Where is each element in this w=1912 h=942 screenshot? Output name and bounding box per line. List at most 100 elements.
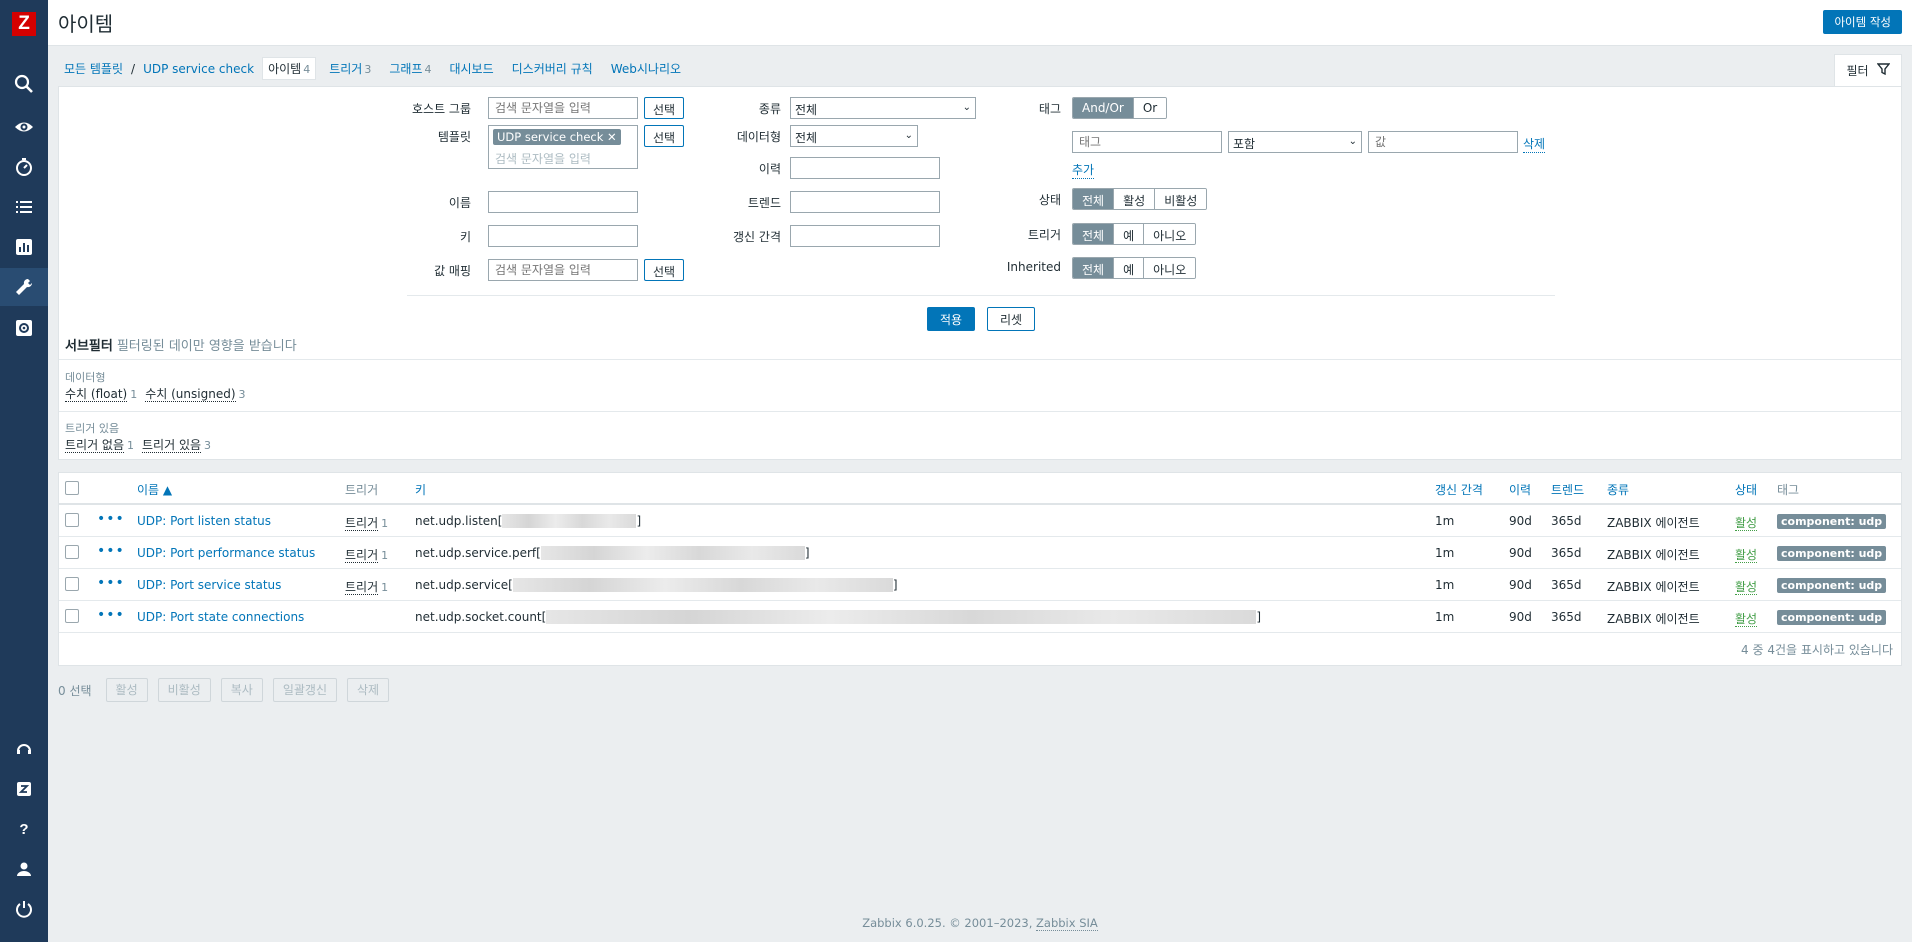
template-select-button[interactable]: 선택 <box>644 125 685 147</box>
reports-chart-icon[interactable] <box>0 228 48 266</box>
row-menu-icon[interactable]: ••• <box>97 543 125 559</box>
subfilter-item[interactable]: 수치 (float) 1 <box>65 385 137 402</box>
row-checkbox[interactable] <box>65 577 79 591</box>
triggers-no-option[interactable]: 아니오 <box>1143 224 1196 244</box>
copy-button[interactable]: 복사 <box>220 678 263 702</box>
breadcrumb-template[interactable]: UDP service check <box>143 62 254 76</box>
host-group-input[interactable] <box>488 97 638 119</box>
footer-text: Zabbix 6.0.25. © 2001–2023, <box>862 916 1033 930</box>
name-input[interactable] <box>488 191 638 213</box>
item-name-link[interactable]: UDP: Port performance status <box>137 546 315 560</box>
tag-name-input[interactable] <box>1072 131 1222 153</box>
item-status-link[interactable]: 활성 <box>1735 516 1758 531</box>
tab-graphs[interactable]: 그래프 4 <box>384 58 436 79</box>
reset-button[interactable]: 리셋 <box>987 307 1035 331</box>
tab-discovery-rules[interactable]: 디스커버리 규칙 <box>507 58 598 79</box>
apply-button[interactable]: 적용 <box>927 307 975 331</box>
inherited-all-option[interactable]: 전체 <box>1073 258 1114 278</box>
item-status-link[interactable]: 활성 <box>1735 612 1758 627</box>
integrations-z-icon[interactable] <box>0 770 48 808</box>
signout-power-icon[interactable] <box>0 890 48 928</box>
footer-zabbix-link[interactable]: Zabbix SIA <box>1036 916 1098 931</box>
filter-tab[interactable]: 필터 <box>1834 54 1902 86</box>
item-name-link[interactable]: UDP: Port service status <box>137 578 281 592</box>
subfilter-item[interactable]: 트리거 없음 1 <box>65 436 134 453</box>
row-checkbox[interactable] <box>65 545 79 559</box>
row-menu-icon[interactable]: ••• <box>97 607 125 623</box>
enable-button[interactable]: 활성 <box>105 678 148 702</box>
administration-gear-icon[interactable] <box>0 309 48 347</box>
page-header: 아이템 아이템 작성 <box>48 0 1912 46</box>
subfilter-item[interactable]: 트리거 있음 3 <box>142 436 211 453</box>
subfilter-item[interactable]: 수치 (unsigned) 3 <box>145 385 246 402</box>
item-status-link[interactable]: 활성 <box>1735 580 1758 595</box>
tag-operator-select[interactable]: 포함 ⌄ <box>1228 131 1362 153</box>
column-header-type[interactable]: 종류 <box>1607 481 1629 498</box>
tab-triggers[interactable]: 트리거 3 <box>324 58 376 79</box>
search-icon[interactable] <box>0 65 48 103</box>
triggers-toggle[interactable]: 전체 예 아니오 <box>1072 223 1197 245</box>
column-header-status[interactable]: 상태 <box>1735 481 1757 498</box>
state-disabled-option[interactable]: 비활성 <box>1154 189 1207 209</box>
zabbix-logo[interactable]: Z <box>12 12 36 36</box>
select-all-checkbox[interactable] <box>65 481 79 495</box>
history-input[interactable] <box>790 157 940 179</box>
breadcrumb-all-templates[interactable]: 모든 템플릿 <box>64 60 123 77</box>
monitoring-eye-icon[interactable] <box>0 108 48 146</box>
data-type-select[interactable]: 전체 ⌄ <box>790 125 918 147</box>
item-triggers-link[interactable]: 트리거 1 <box>345 514 388 531</box>
tags-evaltype-toggle[interactable]: And/Or Or <box>1072 97 1168 119</box>
tab-items[interactable]: 아이템 4 <box>262 57 317 80</box>
tag-value-input[interactable] <box>1368 131 1518 153</box>
column-header-name[interactable]: 이름 ▲ <box>137 481 172 498</box>
inventory-list-icon[interactable] <box>0 188 48 226</box>
type-select[interactable]: 전체 ⌄ <box>790 97 976 119</box>
inherited-yes-option[interactable]: 예 <box>1113 258 1144 278</box>
key-input[interactable] <box>488 225 638 247</box>
row-checkbox[interactable] <box>65 609 79 623</box>
help-question-icon[interactable]: ? <box>0 810 48 848</box>
user-profile-icon[interactable] <box>0 850 48 888</box>
value-mapping-input[interactable] <box>488 259 638 281</box>
item-name-link[interactable]: UDP: Port state connections <box>137 610 304 624</box>
template-multiselect[interactable]: UDP service check ✕ 검색 문자열을 입력 <box>488 125 638 169</box>
services-timer-icon[interactable] <box>0 148 48 186</box>
column-header-interval[interactable]: 갱신 간격 <box>1435 481 1483 498</box>
update-interval-input[interactable] <box>790 225 940 247</box>
state-all-option[interactable]: 전체 <box>1073 189 1114 209</box>
state-enabled-option[interactable]: 활성 <box>1113 189 1155 209</box>
chip-remove-icon[interactable]: ✕ <box>607 130 617 144</box>
state-toggle[interactable]: 전체 활성 비활성 <box>1072 188 1208 210</box>
disable-button[interactable]: 비활성 <box>157 678 211 702</box>
configuration-wrench-icon[interactable] <box>0 268 48 306</box>
column-header-history[interactable]: 이력 <box>1509 481 1531 498</box>
create-item-button[interactable]: 아이템 작성 <box>1823 10 1902 34</box>
trends-input[interactable] <box>790 191 940 213</box>
mass-update-button[interactable]: 일괄갱신 <box>272 678 338 702</box>
tags-andor-option[interactable]: And/Or <box>1073 98 1133 118</box>
delete-button[interactable]: 삭제 <box>347 678 390 702</box>
tags-or-option[interactable]: Or <box>1132 98 1167 118</box>
item-triggers-link[interactable]: 트리거 1 <box>345 546 388 563</box>
row-checkbox[interactable] <box>65 513 79 527</box>
item-triggers-link[interactable]: 트리거 1 <box>345 578 388 595</box>
tag-delete-link[interactable]: 삭제 <box>1523 135 1546 153</box>
triggers-all-option[interactable]: 전체 <box>1073 224 1114 244</box>
tag-add-link[interactable]: 추가 <box>1072 161 1095 179</box>
value-mapping-select-button[interactable]: 선택 <box>644 259 685 281</box>
item-name-link[interactable]: UDP: Port listen status <box>137 514 271 528</box>
inherited-no-option[interactable]: 아니오 <box>1143 258 1196 278</box>
tab-dashboards[interactable]: 대시보드 <box>444 58 498 79</box>
column-header-key[interactable]: 키 <box>415 481 426 498</box>
host-group-select-button[interactable]: 선택 <box>644 97 685 119</box>
row-menu-icon[interactable]: ••• <box>97 575 125 591</box>
inherited-toggle[interactable]: 전체 예 아니오 <box>1072 257 1197 279</box>
row-menu-icon[interactable]: ••• <box>97 511 125 527</box>
support-headset-icon[interactable] <box>0 730 48 768</box>
item-interval: 1m <box>1435 578 1455 592</box>
tab-web-scenarios[interactable]: Web시나리오 <box>606 58 686 79</box>
column-header-trends[interactable]: 트렌드 <box>1551 481 1584 498</box>
item-status-link[interactable]: 활성 <box>1735 548 1758 563</box>
triggers-yes-option[interactable]: 예 <box>1113 224 1144 244</box>
inherited-label: Inherited <box>1006 260 1061 274</box>
